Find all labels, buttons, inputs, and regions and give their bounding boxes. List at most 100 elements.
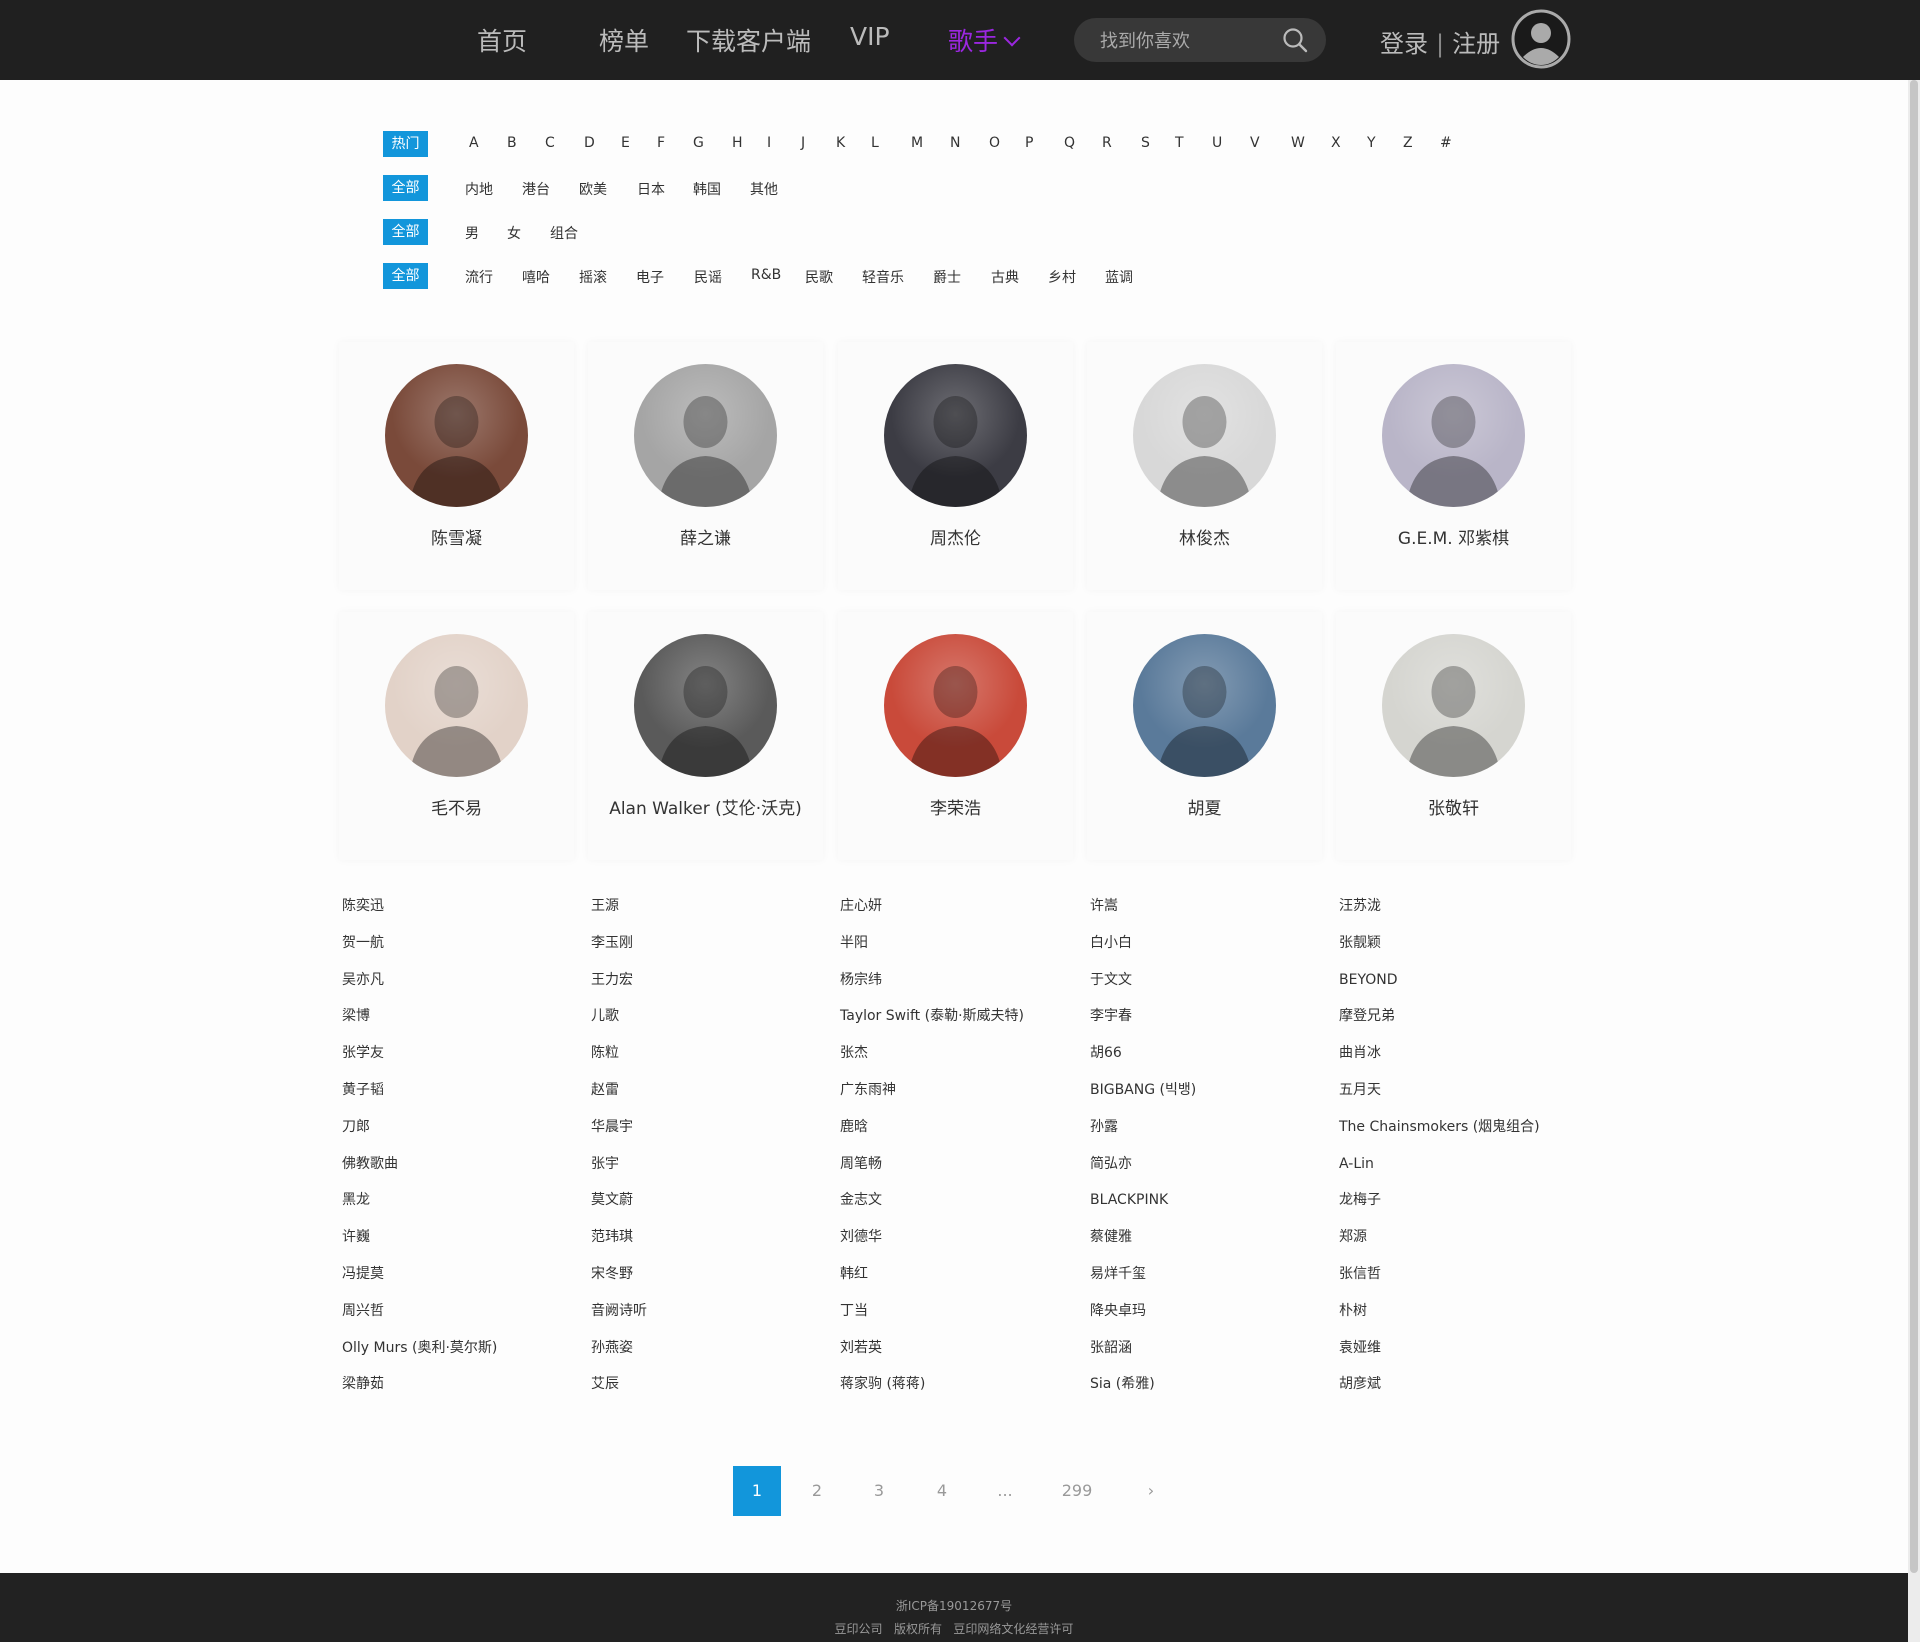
singer-list-item[interactable]: 鹿晗: [840, 1117, 1080, 1154]
page-scrollbar[interactable]: [1908, 80, 1920, 1642]
filter-genre-option[interactable]: R&B: [751, 267, 781, 283]
singer-list-item[interactable]: The Chainsmokers (烟鬼组合): [1339, 1117, 1579, 1154]
singer-card-name[interactable]: 张敬轩: [1336, 794, 1571, 819]
singer-list-item[interactable]: 刀郎: [342, 1117, 582, 1154]
singer-list-item[interactable]: BEYOND: [1339, 970, 1579, 1007]
singer-list-item[interactable]: 赵雷: [591, 1080, 831, 1117]
filter-badge-all-region[interactable]: 全部: [383, 175, 428, 201]
filter-letter[interactable]: R: [1102, 135, 1112, 151]
singer-list-item[interactable]: 金志文: [840, 1190, 1080, 1227]
singer-card-name[interactable]: 薛之谦: [588, 524, 823, 549]
singer-list-item[interactable]: 许巍: [342, 1227, 582, 1264]
filter-genre-option[interactable]: 乡村: [1048, 267, 1076, 287]
singer-list-item[interactable]: 张韶涵: [1090, 1338, 1330, 1375]
singer-photo[interactable]: [385, 364, 528, 507]
filter-letter[interactable]: G: [693, 135, 704, 151]
singer-list-item[interactable]: 庄心妍: [840, 896, 1080, 933]
nav-download-client[interactable]: 下载客户端: [686, 22, 811, 58]
singer-list-item[interactable]: 曲肖冰: [1339, 1043, 1579, 1080]
filter-genre-option[interactable]: 蓝调: [1105, 267, 1133, 287]
singer-list-item[interactable]: 孙燕姿: [591, 1338, 831, 1375]
register-link[interactable]: 注册: [1452, 30, 1500, 58]
singer-list-item[interactable]: 朴树: [1339, 1301, 1579, 1338]
singer-list-item[interactable]: 莫文蔚: [591, 1190, 831, 1227]
filter-badge-all-genre[interactable]: 全部: [383, 263, 428, 289]
filter-letter[interactable]: Y: [1367, 135, 1376, 151]
singer-list-item[interactable]: 刘若英: [840, 1338, 1080, 1375]
singer-list-item[interactable]: 摩登兄弟: [1339, 1006, 1579, 1043]
singer-photo[interactable]: [1382, 364, 1525, 507]
singer-card-name[interactable]: 周杰伦: [838, 524, 1073, 549]
nav-vip[interactable]: VIP: [850, 22, 890, 51]
singer-list-item[interactable]: 王力宏: [591, 970, 831, 1007]
singer-list-item[interactable]: 陈奕迅: [342, 896, 582, 933]
singer-list-item[interactable]: 李玉刚: [591, 933, 831, 970]
singer-card[interactable]: 胡夏: [1087, 612, 1322, 860]
singer-list-item[interactable]: 张宇: [591, 1154, 831, 1191]
singer-list-item[interactable]: 蔡健雅: [1090, 1227, 1330, 1264]
singer-list-item[interactable]: Olly Murs (奥利·莫尔斯): [342, 1338, 582, 1375]
filter-letter[interactable]: #: [1440, 135, 1452, 151]
filter-letter[interactable]: A: [469, 135, 479, 151]
singer-list-item[interactable]: 半阳: [840, 933, 1080, 970]
filter-genre-option[interactable]: 嘻哈: [522, 267, 550, 287]
singer-list-item[interactable]: 贺一航: [342, 933, 582, 970]
singer-photo[interactable]: [634, 364, 777, 507]
singer-photo[interactable]: [1133, 364, 1276, 507]
page-button[interactable]: 4: [917, 1466, 967, 1516]
singer-list-item[interactable]: 梁静茹: [342, 1374, 582, 1411]
filter-letter[interactable]: E: [621, 135, 630, 151]
singer-list-item[interactable]: 胡66: [1090, 1043, 1330, 1080]
filter-letter[interactable]: I: [767, 135, 771, 151]
page-button[interactable]: 2: [792, 1466, 842, 1516]
nav-charts[interactable]: 榜单: [599, 22, 649, 58]
filter-letter[interactable]: B: [507, 135, 517, 151]
search-icon[interactable]: [1282, 27, 1308, 53]
filter-letter[interactable]: K: [836, 135, 845, 151]
singer-list-item[interactable]: 胡彦斌: [1339, 1374, 1579, 1411]
filter-letter[interactable]: C: [545, 135, 555, 151]
singer-list-item[interactable]: 王源: [591, 896, 831, 933]
user-avatar-icon[interactable]: [1511, 9, 1571, 69]
filter-region-option[interactable]: 日本: [637, 179, 665, 199]
singer-list-item[interactable]: 汪苏泷: [1339, 896, 1579, 933]
filter-letter[interactable]: D: [584, 135, 595, 151]
filter-letter[interactable]: O: [989, 135, 1000, 151]
singer-list-item[interactable]: 孙露: [1090, 1117, 1330, 1154]
singer-list-item[interactable]: 广东雨神: [840, 1080, 1080, 1117]
filter-gender-option[interactable]: 男: [465, 223, 479, 243]
singer-list-item[interactable]: 张杰: [840, 1043, 1080, 1080]
filter-letter[interactable]: M: [911, 135, 923, 151]
filter-letter[interactable]: N: [950, 135, 960, 151]
filter-gender-option[interactable]: 组合: [550, 223, 578, 243]
next-page-chevron-icon[interactable]: ›: [1126, 1466, 1176, 1516]
singer-list-item[interactable]: 杨宗纬: [840, 970, 1080, 1007]
singer-list-item[interactable]: 艾辰: [591, 1374, 831, 1411]
page-button[interactable]: 3: [854, 1466, 904, 1516]
filter-genre-option[interactable]: 民歌: [805, 267, 833, 287]
singer-card[interactable]: 林俊杰: [1087, 342, 1322, 590]
singer-list-item[interactable]: 龙梅子: [1339, 1190, 1579, 1227]
singer-list-item[interactable]: 易烊千玺: [1090, 1264, 1330, 1301]
singer-card[interactable]: 毛不易: [339, 612, 574, 860]
singer-card[interactable]: 薛之谦: [588, 342, 823, 590]
singer-card-name[interactable]: Alan Walker (艾伦·沃克): [588, 794, 823, 819]
singer-list-item[interactable]: 五月天: [1339, 1080, 1579, 1117]
filter-region-option[interactable]: 港台: [522, 179, 550, 199]
singer-list-item[interactable]: 张学友: [342, 1043, 582, 1080]
filter-badge-hot[interactable]: 热门: [383, 131, 428, 157]
filter-letter[interactable]: U: [1212, 135, 1222, 151]
filter-letter[interactable]: W: [1291, 135, 1305, 151]
filter-letter[interactable]: Z: [1403, 135, 1413, 151]
filter-genre-option[interactable]: 摇滚: [579, 267, 607, 287]
singer-list-item[interactable]: 蒋家驹 (蒋蒋): [840, 1374, 1080, 1411]
singer-list-item[interactable]: 华晨宇: [591, 1117, 831, 1154]
filter-genre-option[interactable]: 轻音乐: [862, 267, 904, 287]
singer-list-item[interactable]: 丁当: [840, 1301, 1080, 1338]
singer-list-item[interactable]: 降央卓玛: [1090, 1301, 1330, 1338]
singer-list-item[interactable]: A-Lin: [1339, 1154, 1579, 1191]
filter-genre-option[interactable]: 民谣: [694, 267, 722, 287]
singer-list-item[interactable]: 袁娅维: [1339, 1338, 1579, 1375]
singer-card-name[interactable]: 胡夏: [1087, 794, 1322, 819]
filter-letter[interactable]: T: [1175, 135, 1184, 151]
